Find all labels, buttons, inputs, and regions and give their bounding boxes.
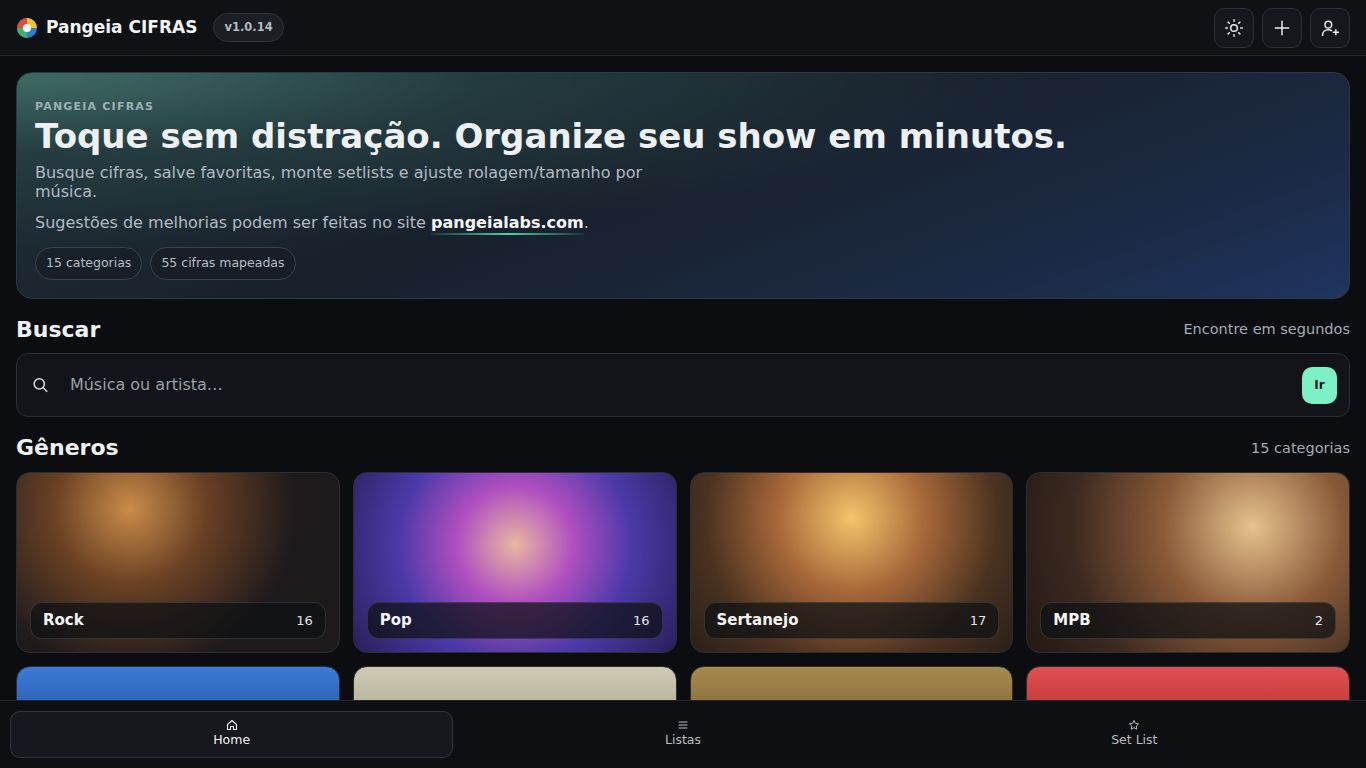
search-button[interactable]: Ir	[1302, 367, 1337, 404]
genres-count: 15 categorias	[1251, 438, 1350, 460]
main-content: PANGEIA CIFRAS Toque sem distração. Organ…	[0, 56, 1366, 768]
globe-logo-icon	[16, 17, 38, 39]
genre-label: MPB 2	[1040, 602, 1336, 639]
genre-card[interactable]: Rock 16	[16, 472, 340, 653]
site-link[interactable]: pangeialabs.com	[431, 213, 584, 235]
genre-count: 16	[296, 611, 313, 631]
genre-label: Rock 16	[30, 602, 326, 639]
version-badge: v1.0.14	[213, 13, 283, 42]
star-icon	[1128, 719, 1140, 731]
plus-icon	[1272, 18, 1292, 38]
app-name: Pangeia CIFRAS	[46, 15, 197, 41]
suggestion-end: .	[584, 213, 589, 232]
nav-tab[interactable]: Set List	[913, 711, 1356, 758]
home-icon	[226, 719, 238, 731]
hero-subtitle: Busque cifras, salve favoritas, monte se…	[35, 163, 685, 201]
top-bar: Pangeia CIFRAS v1.0.14	[0, 0, 1366, 56]
hero-chips: 15 categorias55 cifras mapeadas	[35, 247, 1331, 280]
nav-tab[interactable]: Home	[10, 711, 453, 758]
search-input[interactable]	[58, 367, 1294, 403]
genre-name: Rock	[43, 609, 84, 632]
add-user-button[interactable]	[1310, 8, 1350, 48]
suggestion-text: Sugestões de melhorias podem ser feitas …	[35, 213, 431, 232]
genre-count: 16	[633, 611, 650, 631]
search-hint: Encontre em segundos	[1183, 319, 1350, 341]
theme-toggle-button[interactable]	[1214, 8, 1254, 48]
genre-name: Sertanejo	[717, 609, 799, 632]
genre-name: MPB	[1053, 609, 1090, 632]
hero-title: Toque sem distração. Organize seu show e…	[35, 118, 1331, 155]
genre-card[interactable]: Sertanejo 17	[690, 472, 1014, 653]
genre-card[interactable]: Pop 16	[353, 472, 677, 653]
genre-label: Sertanejo 17	[704, 602, 1000, 639]
hero-banner: PANGEIA CIFRAS Toque sem distração. Organ…	[16, 72, 1350, 299]
user-plus-icon	[1320, 18, 1340, 38]
genre-count: 17	[970, 611, 987, 631]
search-icon	[31, 375, 50, 395]
hero-eyebrow: PANGEIA CIFRAS	[35, 99, 1331, 116]
genre-grid: Rock 16 Pop 16 Sertanejo 17 MPB 2	[16, 472, 1350, 653]
brand[interactable]: Pangeia CIFRAS v1.0.14	[16, 13, 284, 42]
search-title: Buscar	[16, 317, 100, 343]
list-icon	[677, 719, 689, 731]
nav-label: Home	[213, 731, 250, 750]
sun-icon	[1224, 18, 1244, 38]
nav-label: Set List	[1111, 731, 1157, 750]
add-button[interactable]	[1262, 8, 1302, 48]
hero-suggestion: Sugestões de melhorias podem ser feitas …	[35, 211, 1331, 235]
stat-chip: 55 cifras mapeadas	[150, 247, 295, 280]
search-bar: Ir	[16, 353, 1350, 417]
stat-chip: 15 categorias	[35, 247, 142, 280]
nav-label: Listas	[665, 731, 701, 750]
bottom-nav: Home Listas Set List	[0, 700, 1366, 768]
genre-label: Pop 16	[367, 602, 663, 639]
search-header: Buscar Encontre em segundos	[16, 317, 1350, 343]
genres-title: Gêneros	[16, 435, 119, 461]
genre-count: 2	[1315, 611, 1323, 631]
genres-header: Gêneros 15 categorias	[16, 435, 1350, 461]
genre-card[interactable]: MPB 2	[1026, 472, 1350, 653]
nav-tab[interactable]: Listas	[461, 711, 904, 758]
genre-name: Pop	[380, 609, 412, 632]
